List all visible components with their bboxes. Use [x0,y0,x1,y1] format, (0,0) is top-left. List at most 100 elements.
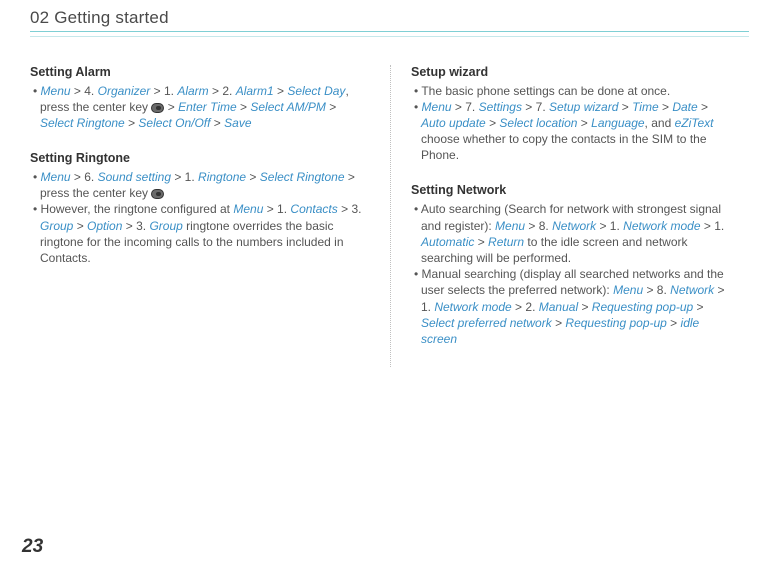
menu-path-link: Network [670,283,714,297]
menu-path-link: Menu [233,202,263,216]
menu-path-link: Manual [539,300,578,314]
text-span: > [274,84,288,98]
text-span: > [474,235,488,249]
menu-path-link: Contacts [290,202,337,216]
menu-path-link: Save [224,116,251,130]
heading-setting-ringtone: Setting Ringtone [30,151,370,165]
text-span: > [618,100,632,114]
text-span: > 3. [338,202,362,216]
menu-path-link: Requesting pop-up [565,316,666,330]
menu-path-link: Network mode [434,300,511,314]
menu-path-link: Auto update [421,116,486,130]
text-span: > [246,170,260,184]
text-span: The basic phone settings can be done at … [421,84,670,98]
heading-setting-network: Setting Network [411,183,728,197]
text-span: > [698,100,708,114]
menu-path-link: Ringtone [198,170,246,184]
menu-path-link: Enter Time [178,100,237,114]
menu-path-link: Select AM/PM [250,100,326,114]
menu-path-link: Menu [495,219,525,233]
menu-path-link: Menu [41,84,71,98]
header-title: 02 Getting started [30,8,749,28]
menu-path-link: Select Day [287,84,345,98]
text-span: , and [645,116,675,130]
text-span: > 1. [150,84,177,98]
text-span: > [578,300,592,314]
menu-path-link: Group [149,219,182,233]
content-area: Setting Alarm Menu > 4. Organizer > 1. A… [30,65,749,368]
text-span: > 2. [512,300,539,314]
text-span: However, the ringtone configured at [41,202,234,216]
header-rule-bottom [30,36,749,37]
text-span: > 1. [701,219,725,233]
text-span: > 1. [263,202,290,216]
text-span: > 7. [452,100,479,114]
text-span: > [210,116,224,130]
bullet-ringtone-path: Menu > 6. Sound setting > 1. Ringtone > … [30,169,370,201]
heading-setup-wizard: Setup wizard [411,65,728,79]
menu-path-link: Group [40,219,73,233]
section-setting-network: Setting Network Auto searching (Search f… [411,183,728,347]
bullet-ringtone-override: However, the ringtone configured at Menu… [30,201,370,266]
text-span: > 1. [596,219,623,233]
text-span: > 7. [522,100,549,114]
text-span: > 8. [525,219,552,233]
menu-path-link: Settings [479,100,522,114]
menu-path-link: Select Ringtone [40,116,125,130]
menu-path-link: Automatic [421,235,474,249]
header-rule-top [30,31,749,32]
text-span: > 8. [643,283,670,297]
menu-path-link: Date [672,100,697,114]
text-span: > 3. [122,219,149,233]
menu-path-link: Option [87,219,122,233]
menu-path-link: Select preferred network [421,316,552,330]
center-key-icon [151,189,164,199]
section-setting-ringtone: Setting Ringtone Menu > 6. Sound setting… [30,151,370,266]
section-setup-wizard: Setup wizard The basic phone settings ca… [411,65,728,164]
menu-path-link: Network [552,219,596,233]
menu-path-link: Requesting pop-up [592,300,693,314]
text-span: > [577,116,591,130]
column-right: Setup wizard The basic phone settings ca… [390,65,728,368]
bullet-network-auto: Auto searching (Search for network with … [411,201,728,266]
text-span: > 4. [71,84,98,98]
menu-path-link: eZiText [675,116,714,130]
text-span: > [164,100,178,114]
menu-path-link: Select Ringtone [260,170,345,184]
menu-path-link: Alarm [177,84,208,98]
menu-path-link: Menu [41,170,71,184]
menu-path-link: Network mode [623,219,700,233]
menu-path-link: Menu [422,100,452,114]
menu-path-link: Alarm1 [236,84,274,98]
center-key-icon [151,103,164,113]
text-span: > [237,100,251,114]
bullet-wizard-basic: The basic phone settings can be done at … [411,83,728,99]
text-span: > [552,316,566,330]
menu-path-link: Menu [613,283,643,297]
text-span: > [693,300,703,314]
text-span: > 2. [209,84,236,98]
text-span: choose whether to copy the contacts in t… [421,132,707,162]
bullet-alarm-path: Menu > 4. Organizer > 1. Alarm > 2. Alar… [30,83,370,132]
column-left: Setting Alarm Menu > 4. Organizer > 1. A… [30,65,390,368]
text-span: > [73,219,87,233]
menu-path-link: Time [632,100,659,114]
text-span: > [667,316,681,330]
menu-path-link: Sound setting [98,170,171,184]
menu-path-link: Return [488,235,524,249]
section-setting-alarm: Setting Alarm Menu > 4. Organizer > 1. A… [30,65,370,132]
menu-path-link: Setup wizard [549,100,618,114]
page-number: 23 [22,536,43,558]
text-span: > [326,100,336,114]
bullet-network-manual: Manual searching (display all searched n… [411,266,728,347]
text-span: > 6. [71,170,98,184]
text-span: > [125,116,139,130]
text-span: > [486,116,500,130]
text-span: > 1. [171,170,198,184]
heading-setting-alarm: Setting Alarm [30,65,370,79]
bullet-wizard-path: Menu > 7. Settings > 7. Setup wizard > T… [411,99,728,164]
menu-path-link: Language [591,116,644,130]
menu-path-link: Select location [499,116,577,130]
menu-path-link: Select On/Off [138,116,210,130]
menu-path-link: Organizer [98,84,151,98]
